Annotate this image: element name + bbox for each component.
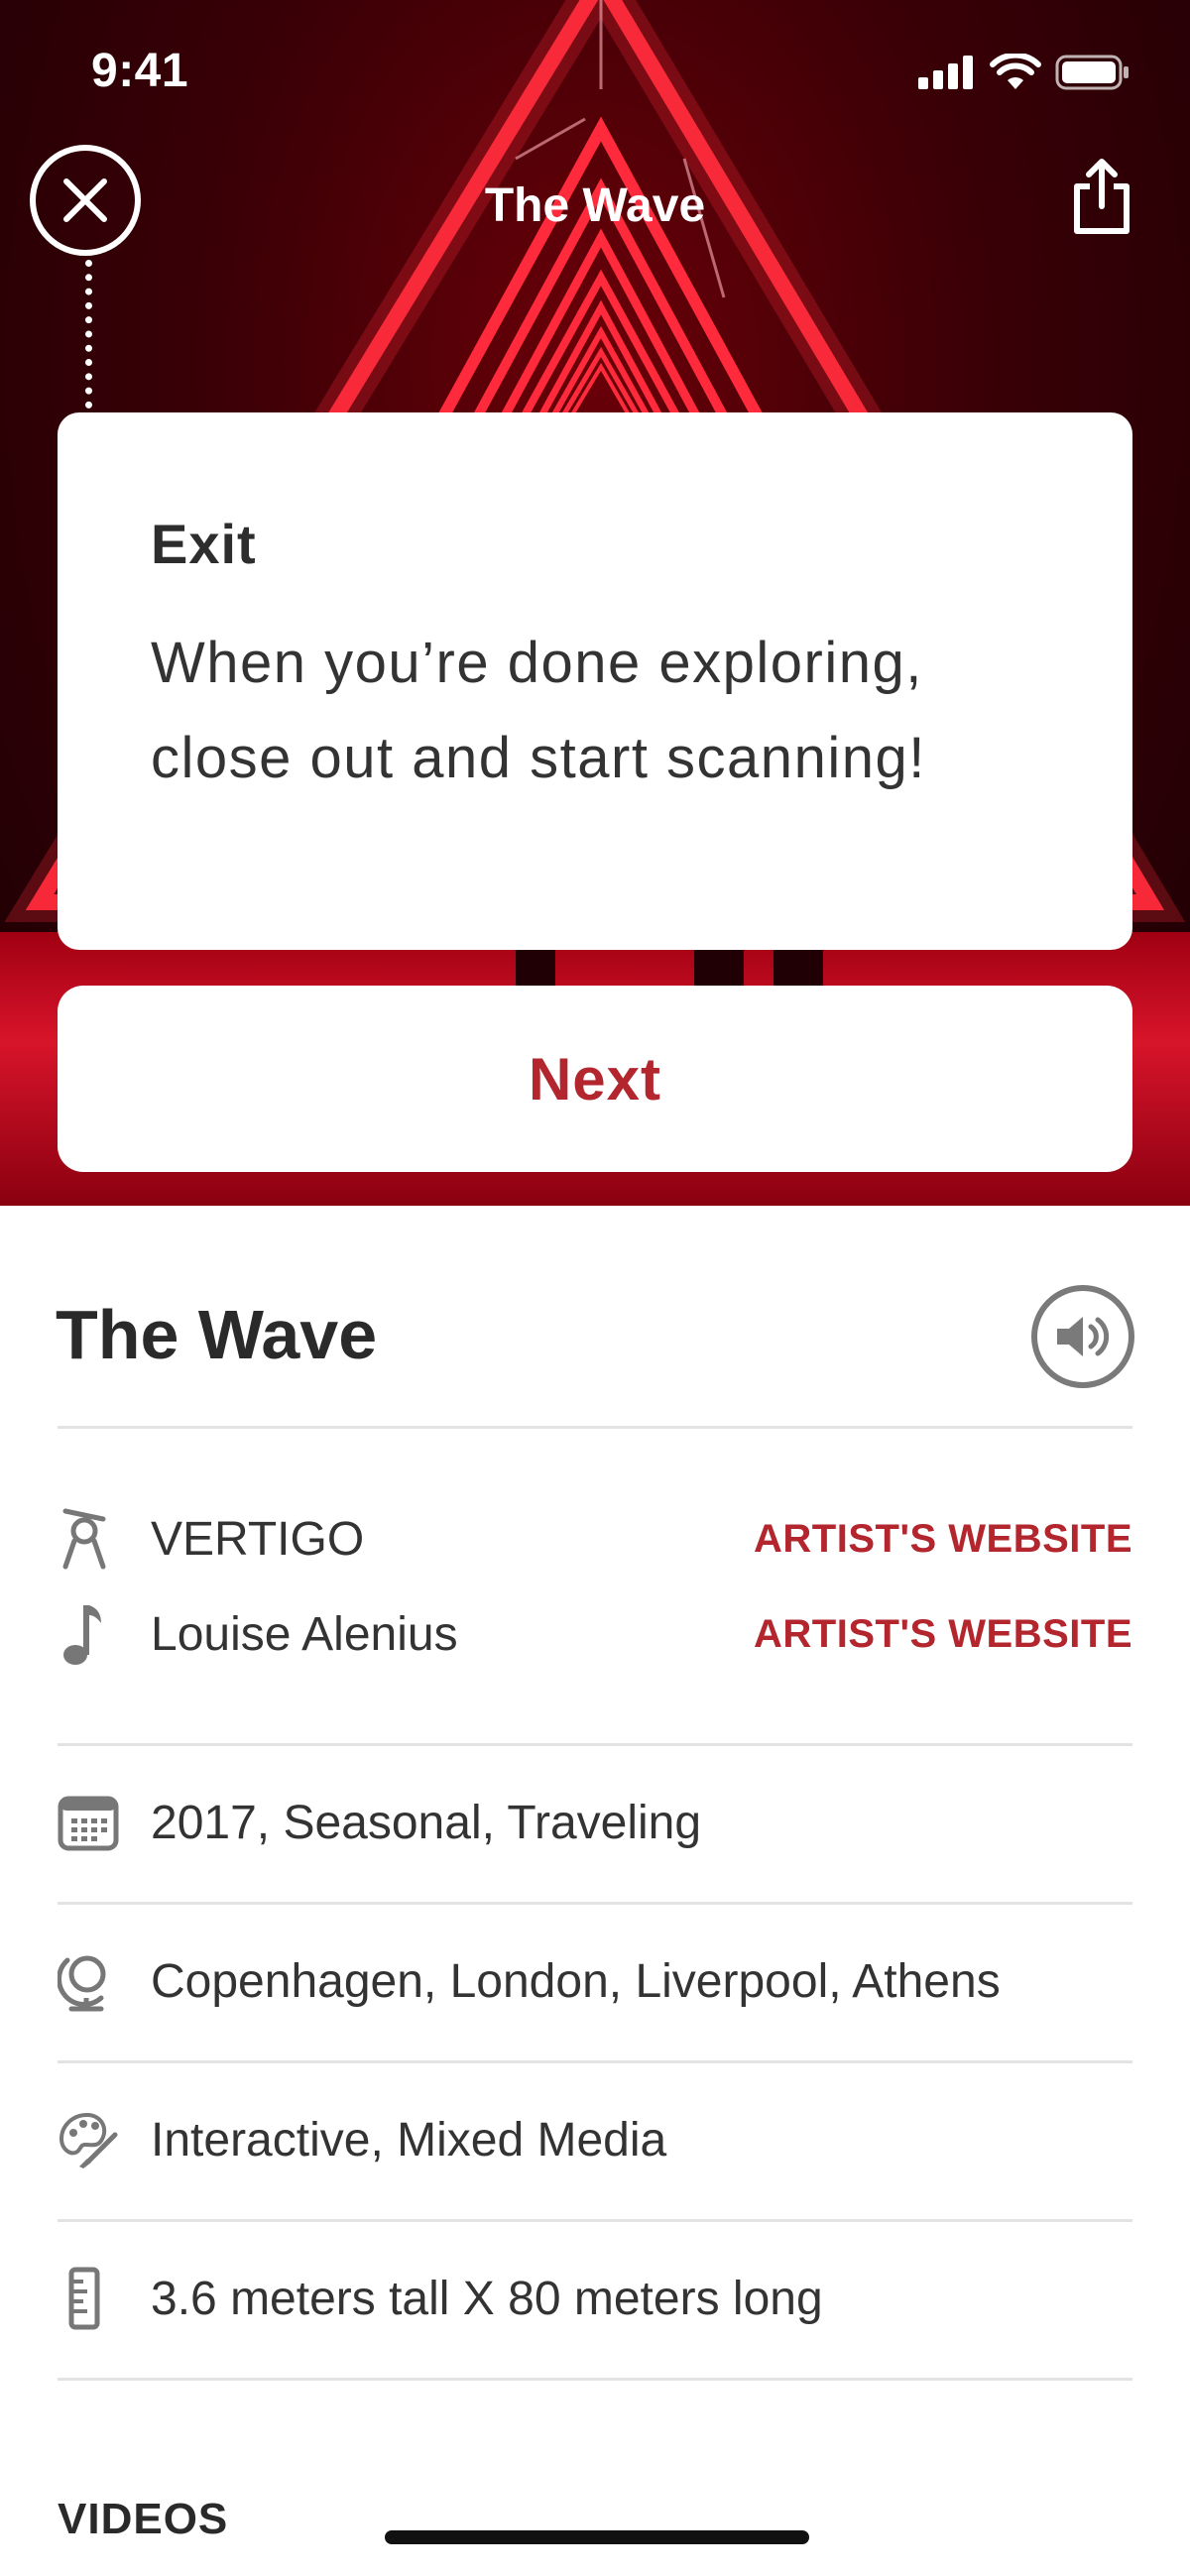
divider xyxy=(58,2219,1132,2222)
detail-text: 3.6 meters tall X 80 meters long xyxy=(151,2272,823,2325)
artist-name: Louise Alenius xyxy=(151,1607,458,1661)
tip-card: Exit When you’re done exploring, close o… xyxy=(58,412,1132,950)
tooltip-pointer xyxy=(85,260,92,409)
divider xyxy=(58,1902,1132,1905)
divider xyxy=(58,1426,1132,1429)
close-button[interactable] xyxy=(30,145,141,256)
speaker-icon xyxy=(1057,1317,1110,1356)
tip-body-line-1: When you’re done exploring, xyxy=(151,631,923,695)
calendar-icon xyxy=(58,1796,119,1851)
detail-row-dates: 2017, Seasonal, Traveling xyxy=(58,1783,1132,1862)
divider xyxy=(58,2060,1132,2063)
wifi-icon xyxy=(990,54,1041,89)
videos-section-label: VIDEOS xyxy=(58,2495,229,2543)
audio-button[interactable] xyxy=(1031,1285,1134,1388)
detail-row-medium: Interactive, Mixed Media xyxy=(58,2100,1132,2179)
artist-website-link[interactable]: ARTIST'S WEBSITE xyxy=(754,1612,1132,1657)
close-icon xyxy=(63,178,107,222)
divider xyxy=(58,1743,1132,1746)
ruler-icon xyxy=(68,2267,100,2330)
status-icons xyxy=(918,54,1130,91)
share-button[interactable] xyxy=(1067,157,1136,236)
tip-body-line-2: close out and start scanning! xyxy=(151,726,926,790)
battery-icon xyxy=(1055,55,1129,90)
artist-row-vertigo: VERTIGO ARTIST'S WEBSITE xyxy=(58,1499,1132,1579)
cellular-signal-icon xyxy=(918,56,973,89)
divider xyxy=(58,2378,1132,2381)
detail-text: 2017, Seasonal, Traveling xyxy=(151,1796,702,1849)
artist-website-link[interactable]: ARTIST'S WEBSITE xyxy=(754,1517,1132,1562)
detail-row-dimensions: 3.6 meters tall X 80 meters long xyxy=(58,2259,1132,2338)
detail-row-locations: Copenhagen, London, Liverpool, Athens xyxy=(58,1941,1132,2021)
globe-icon xyxy=(58,1955,106,2012)
next-button[interactable]: Next xyxy=(58,986,1132,1172)
artist-name: VERTIGO xyxy=(151,1512,365,1566)
tip-body: When you’re done exploring, close out an… xyxy=(151,616,1039,806)
detail-text: Copenhagen, London, Liverpool, Athens xyxy=(151,1954,1001,2008)
artwork-title: The Wave xyxy=(56,1296,378,1373)
tip-title: Exit xyxy=(151,513,257,575)
home-indicator[interactable] xyxy=(385,2530,809,2544)
music-note-icon xyxy=(63,1605,101,1665)
nav-title: The Wave xyxy=(484,179,706,232)
artist-icon xyxy=(62,1508,106,1570)
palette-icon xyxy=(59,2112,118,2168)
status-time: 9:41 xyxy=(91,45,189,97)
artist-row-louise-alenius: Louise Alenius ARTIST'S WEBSITE xyxy=(58,1594,1132,1674)
detail-text: Interactive, Mixed Media xyxy=(151,2113,667,2166)
share-icon xyxy=(1074,159,1130,234)
